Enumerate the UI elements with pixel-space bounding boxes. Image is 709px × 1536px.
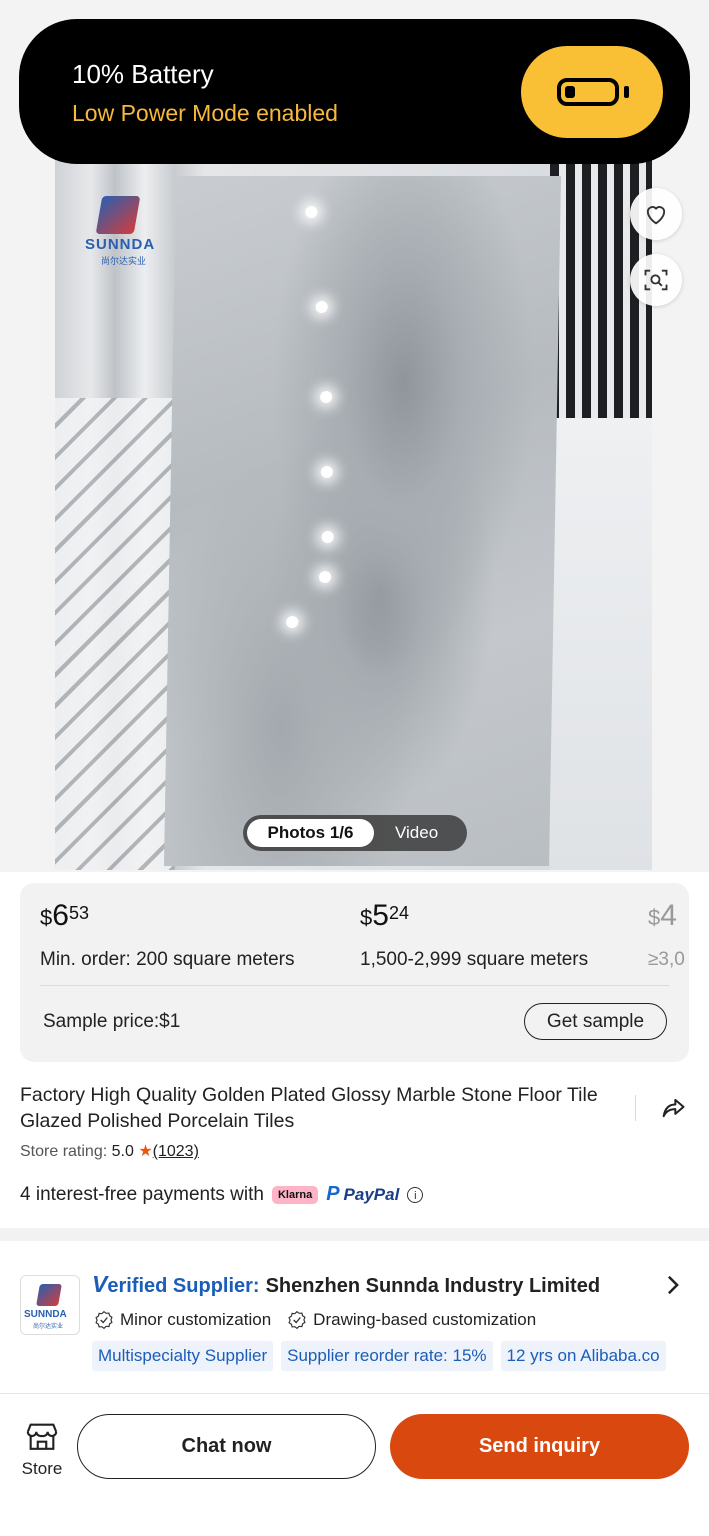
product-photo[interactable]: SUNNDA 尚尔达实业 xyxy=(55,158,652,870)
store-button[interactable]: Store xyxy=(20,1420,64,1479)
media-toggle: Photos 1/6 Video xyxy=(243,815,467,851)
store-rating[interactable]: Store rating: 5.0 ★(1023) xyxy=(20,1141,199,1161)
installment-text: 4 interest-free payments with xyxy=(20,1183,264,1205)
image-search-button[interactable] xyxy=(630,254,682,306)
send-inquiry-button[interactable]: Send inquiry xyxy=(390,1414,689,1479)
price-tier: $524 1,500-2,999 square meters xyxy=(360,899,588,971)
brand-logo-text: SUNNDA xyxy=(85,236,156,253)
customization-options: Minor customization Drawing-based custom… xyxy=(94,1310,552,1330)
supplier-tag: Supplier reorder rate: 15% xyxy=(281,1341,493,1371)
customization-item: Drawing-based customization xyxy=(287,1310,536,1330)
get-sample-button[interactable]: Get sample xyxy=(524,1003,667,1040)
tier-price: $4 xyxy=(648,899,677,932)
supplier-logo-icon xyxy=(36,1284,62,1306)
divider xyxy=(0,1393,709,1394)
heart-icon xyxy=(646,206,666,225)
tier-quantity: ≥3,0 xyxy=(648,949,685,970)
brand-logo-subtext: 尚尔达实业 xyxy=(101,256,147,266)
brand-logo: SUNNDA 尚尔达实业 xyxy=(85,196,165,266)
sample-price: Sample price:$1 xyxy=(43,1011,181,1032)
store-label: Store xyxy=(21,1459,63,1478)
review-count[interactable]: (1023) xyxy=(153,1143,199,1160)
supplier-tag: Multispecialty Supplier xyxy=(92,1341,274,1371)
price-tiers-card: $653 Min. order: 200 square meters $524 … xyxy=(20,883,689,1062)
divider xyxy=(40,985,669,986)
store-icon xyxy=(26,1423,58,1450)
battery-low-icon xyxy=(557,78,619,106)
klarna-logo: Klarna xyxy=(271,1185,319,1204)
supplier-tags: Multispecialty Supplier Supplier reorder… xyxy=(92,1341,709,1371)
verified-check-icon xyxy=(95,1310,113,1330)
price-tier: $4 ≥3,0 xyxy=(648,899,685,971)
section-divider xyxy=(0,1228,709,1241)
installment-payments: 4 interest-free payments with Klarna P Pa… xyxy=(20,1183,424,1206)
paypal-logo: P PayPal xyxy=(326,1183,400,1205)
battery-badge xyxy=(521,46,663,138)
paypal-icon: P xyxy=(326,1183,340,1205)
low-power-mode-text: Low Power Mode enabled xyxy=(72,100,338,126)
supplier-tag: 12 yrs on Alibaba.co xyxy=(500,1341,666,1371)
floor-tile xyxy=(550,418,652,870)
low-power-notification[interactable]: 10% Battery Low Power Mode enabled xyxy=(19,19,690,164)
battery-level-text: 10% Battery xyxy=(72,59,214,89)
scan-search-icon xyxy=(644,269,668,291)
divider xyxy=(635,1095,636,1121)
tier-quantity: 1,500-2,999 square meters xyxy=(360,949,589,970)
supplier-logo[interactable]: SUNNDA 尚尔达实业 xyxy=(20,1275,80,1335)
tab-video[interactable]: Video xyxy=(395,819,438,847)
customization-item: Minor customization xyxy=(94,1310,271,1330)
chevron-right-icon[interactable] xyxy=(664,1274,682,1296)
display-rack-left xyxy=(55,398,175,870)
tier-quantity: Min. order: 200 square meters xyxy=(40,949,295,970)
tier-price: $653 xyxy=(40,899,89,932)
product-title: Factory High Quality Golden Plated Gloss… xyxy=(20,1084,598,1132)
info-icon[interactable]: i xyxy=(407,1186,424,1203)
favorite-button[interactable] xyxy=(630,188,682,240)
tier-price: $524 xyxy=(360,899,409,932)
star-icon: ★ xyxy=(138,1143,153,1160)
brand-logo-icon xyxy=(95,196,141,234)
price-tier: $653 Min. order: 200 square meters xyxy=(40,899,295,971)
supplier-header[interactable]: Verified Supplier: Shenzhen Sunnda Indust… xyxy=(92,1271,600,1298)
store-rating-label: Store rating: xyxy=(20,1143,112,1160)
verified-check-icon xyxy=(288,1310,306,1330)
marble-slab xyxy=(163,176,562,866)
tab-photos[interactable]: Photos 1/6 xyxy=(247,819,374,847)
store-rating-value: 5.0 xyxy=(111,1143,134,1160)
chat-now-button[interactable]: Chat now xyxy=(77,1414,376,1479)
verified-supplier-badge: Verified Supplier: xyxy=(92,1271,260,1297)
share-icon[interactable] xyxy=(658,1094,688,1122)
supplier-name: Shenzhen Sunnda Industry Limited xyxy=(265,1275,601,1297)
